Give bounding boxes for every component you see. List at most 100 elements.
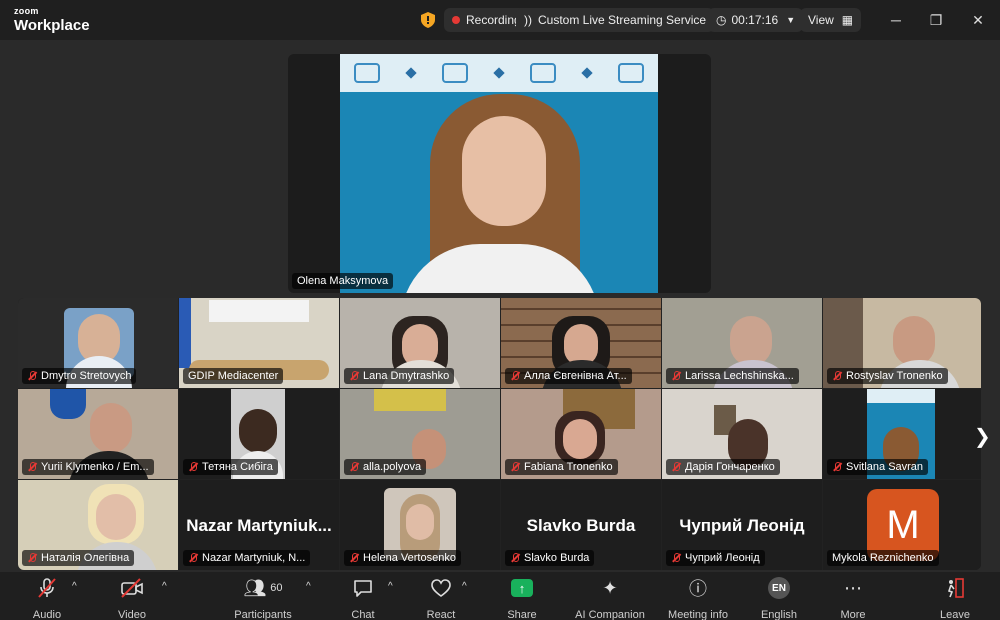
chat-icon xyxy=(318,576,408,600)
participants-caret-icon[interactable]: ^ xyxy=(306,581,311,592)
participant-tile[interactable]: M Mykola Reznichenko xyxy=(823,480,981,570)
gallery-grid: Dmytro Stretovych GDIP Mediacenter Lana … xyxy=(18,298,981,570)
chevron-down-icon: ▼ xyxy=(786,15,796,25)
ai-companion-label: AI Companion xyxy=(575,609,645,620)
meeting-info-button[interactable]: ⓘ Meeting info xyxy=(653,576,743,620)
more-label: More xyxy=(840,609,866,620)
video-label: Video xyxy=(118,609,146,620)
share-arrow-icon: ↑ xyxy=(511,579,533,597)
share-label: Share xyxy=(507,609,537,620)
participant-name: Чуприй Леонід xyxy=(685,552,760,564)
streaming-label: Custom Live Streaming Service xyxy=(538,13,707,27)
audio-caret-icon[interactable]: ^ xyxy=(72,581,77,592)
restore-button[interactable]: ❐ xyxy=(926,10,946,30)
security-shield-icon[interactable] xyxy=(416,8,440,32)
participant-tile[interactable]: Алла Євгенівна Ат... xyxy=(501,298,661,388)
react-button[interactable]: React xyxy=(396,576,486,620)
participant-tile[interactable]: Дарія Гончаренко xyxy=(662,389,822,479)
timer-label: 00:17:16 xyxy=(731,13,779,27)
participant-tile[interactable]: Helena Vertosenko xyxy=(340,480,500,570)
share-button[interactable]: ↑ Share xyxy=(477,576,567,620)
participants-icon: 👥︎ xyxy=(243,577,267,598)
participant-tile[interactable]: Чуприй Леонід Чуприй Леонід xyxy=(662,480,822,570)
participant-tile[interactable]: Наталія Олегівна xyxy=(18,480,178,570)
participant-tile[interactable]: Dmytro Stretovych xyxy=(18,298,178,388)
grid-icon: ▦ xyxy=(841,13,854,27)
participant-name: Svitlana Savran xyxy=(846,461,924,473)
heart-icon xyxy=(396,576,486,600)
next-page-chevron-icon[interactable]: ❯ xyxy=(974,424,991,449)
participant-tile[interactable]: GDIP Mediacenter xyxy=(179,298,339,388)
participant-name: Nazar Martyniuk, N... xyxy=(202,552,306,564)
title-bar: zoom Workplace Recording )) Custom Live … xyxy=(0,0,1000,40)
participant-name: Mykola Reznichenko xyxy=(832,552,934,564)
participant-name: Fabiana Tronenko xyxy=(524,461,613,473)
chat-caret-icon[interactable]: ^ xyxy=(388,581,393,592)
brand-small: zoom xyxy=(14,6,39,16)
more-icon: ⋯ xyxy=(844,577,862,598)
participant-tile[interactable]: Fabiana Tronenko xyxy=(501,389,661,479)
zoom-logo: zoom Workplace xyxy=(14,6,90,34)
view-label: View xyxy=(808,13,834,27)
participant-name: Тетяна Сибіга xyxy=(202,461,273,473)
speaker-name-tag: Olena Maksymova xyxy=(292,273,394,289)
participant-name: Rostyslav Tronenko xyxy=(846,370,943,382)
participant-tile[interactable]: Lana Dmytrashko xyxy=(340,298,500,388)
video-caret-icon[interactable]: ^ xyxy=(162,581,167,592)
meeting-info-label: Meeting info xyxy=(668,609,728,620)
react-caret-icon[interactable]: ^ xyxy=(462,581,467,592)
participants-count: 60 xyxy=(270,582,283,594)
participant-name: Slavko Burda xyxy=(524,552,590,564)
participant-tile[interactable]: Rostyslav Tronenko xyxy=(823,298,981,388)
brand-large: Workplace xyxy=(14,17,90,34)
participant-tile[interactable]: Yurii Klymenko / Em... xyxy=(18,389,178,479)
participant-tile[interactable]: Svitlana Savran xyxy=(823,389,981,479)
broadcast-icon: )) xyxy=(524,13,532,27)
meeting-timer[interactable]: ◷ 00:17:16 ▼ xyxy=(708,8,804,32)
mic-muted-icon xyxy=(2,576,92,600)
participant-tile[interactable]: alla.polyova xyxy=(340,389,500,479)
participant-name: Наталія Олегівна xyxy=(41,552,130,564)
participant-name: Lana Dmytrashko xyxy=(363,370,450,382)
sparkle-icon: ✦ xyxy=(602,577,618,598)
language-icon: EN xyxy=(768,577,790,599)
active-speaker-frame[interactable]: Olena Maksymova xyxy=(288,54,711,293)
more-button[interactable]: ⋯ More xyxy=(808,576,898,620)
participants-button[interactable]: 👥︎ 60 Participants xyxy=(218,576,308,620)
participant-name: Алла Євгенівна Ат... xyxy=(524,370,627,382)
leave-button[interactable]: Leave xyxy=(910,576,1000,620)
participant-name: Дарія Гончаренко xyxy=(685,461,775,473)
participant-tile[interactable]: Larissa Lechshinska... xyxy=(662,298,822,388)
info-icon: ⓘ xyxy=(689,579,707,599)
minimize-button[interactable]: ─ xyxy=(886,10,906,30)
recording-dot-icon xyxy=(452,16,460,24)
chat-button[interactable]: Chat xyxy=(318,576,408,620)
participant-display-name: Чуприй Леонід xyxy=(679,516,805,535)
participant-name: Larissa Lechshinska... xyxy=(685,370,794,382)
react-label: React xyxy=(426,609,456,620)
recording-label: Recording xyxy=(466,13,521,27)
participant-name: alla.polyova xyxy=(363,461,422,473)
backdrop-banner xyxy=(340,54,658,92)
participant-name: Yurii Klymenko / Em... xyxy=(41,461,149,473)
clock-icon: ◷ xyxy=(716,13,727,27)
chat-label: Chat xyxy=(351,609,375,620)
leave-label: Leave xyxy=(940,609,970,620)
speaker-video xyxy=(340,54,658,293)
participant-tile[interactable]: Тетяна Сибіга xyxy=(179,389,339,479)
speaker-name: Olena Maksymova xyxy=(297,275,389,287)
audio-label: Audio xyxy=(32,609,62,620)
participants-label: Participants xyxy=(234,609,292,620)
muted-mic-icon xyxy=(27,371,37,381)
participant-display-name: Nazar Martyniuk... xyxy=(186,516,332,535)
participant-tile[interactable]: Nazar Martyniuk... Nazar Martyniuk, N... xyxy=(179,480,339,570)
participant-name: Dmytro Stretovych xyxy=(41,370,132,382)
audio-button[interactable]: Audio xyxy=(2,576,92,620)
ai-companion-button[interactable]: ✦ AI Companion xyxy=(565,576,655,620)
streaming-indicator[interactable]: )) Custom Live Streaming Service xyxy=(516,8,715,32)
participant-name: Helena Vertosenko xyxy=(363,552,456,564)
view-button[interactable]: View ▦ xyxy=(800,8,862,32)
close-button[interactable]: ✕ xyxy=(968,10,988,30)
participant-tile[interactable]: Slavko Burda Slavko Burda xyxy=(501,480,661,570)
participant-display-name: Slavko Burda xyxy=(526,516,636,535)
